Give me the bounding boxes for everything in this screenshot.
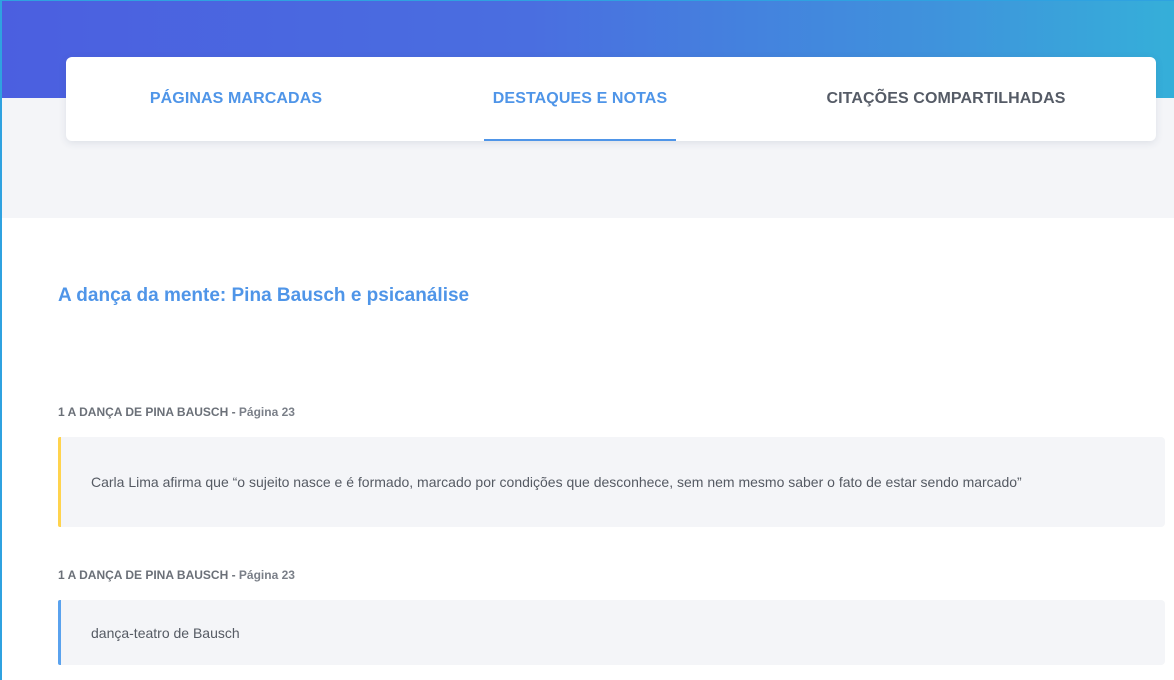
entry-location: 1 A DANÇA DE PINA BAUSCH - Página 23: [58, 568, 295, 582]
entry-location: 1 A DANÇA DE PINA BAUSCH - Página 23: [58, 405, 295, 419]
tabs-bar: PÁGINAS MARCADAS DESTAQUES E NOTAS CITAÇ…: [66, 57, 1156, 141]
app-frame: PÁGINAS MARCADAS DESTAQUES E NOTAS CITAÇ…: [0, 0, 1174, 680]
active-tab-indicator: [484, 139, 676, 141]
note-text: dança-teatro de Bausch: [91, 624, 240, 641]
tab-label: CITAÇÕES COMPARTILHADAS: [826, 90, 1066, 107]
entry-page: Página 23: [238, 405, 295, 419]
entry-page: Página 23: [238, 568, 295, 582]
note-color-stripe: [58, 600, 61, 665]
highlight-text: Carla Lima afirma que “o sujeito nasce e…: [91, 474, 1022, 490]
tab-shared-quotes[interactable]: CITAÇÕES COMPARTILHADAS: [806, 57, 1086, 141]
tab-highlights-and-notes[interactable]: DESTAQUES E NOTAS: [470, 57, 690, 141]
tab-label: PÁGINAS MARCADAS: [149, 90, 323, 107]
book-title: A dança da mente: Pina Bausch e psicanál…: [58, 285, 470, 306]
entry-chapter: 1 A DANÇA DE PINA BAUSCH: [58, 568, 229, 582]
note-card[interactable]: dança-teatro de Bausch: [58, 600, 1165, 665]
entry-chapter: 1 A DANÇA DE PINA BAUSCH: [58, 405, 229, 419]
tab-label: DESTAQUES E NOTAS: [492, 90, 668, 107]
entry-separator: -: [228, 405, 239, 419]
highlight-card[interactable]: Carla Lima afirma que “o sujeito nasce e…: [58, 437, 1165, 527]
tab-bookmarked-pages[interactable]: PÁGINAS MARCADAS: [136, 57, 336, 141]
highlight-color-stripe: [58, 437, 61, 527]
entry-separator: -: [228, 568, 239, 582]
